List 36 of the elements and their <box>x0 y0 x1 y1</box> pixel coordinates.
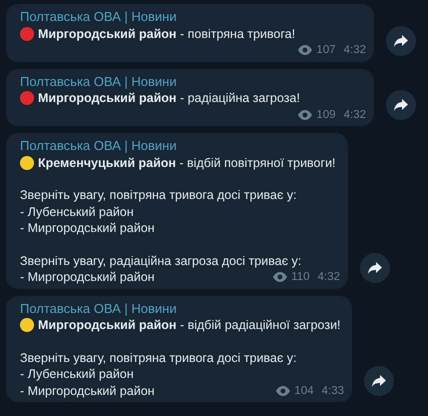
message-line: Зверніть увагу, повітряна тривога досі триває у: <box>20 350 297 366</box>
share-arrow-icon <box>372 375 386 387</box>
message-time: 4:33 <box>322 384 344 398</box>
message-line: Зверніть увагу, радіаційна загроза досі триває у: <box>20 252 302 269</box>
view-count: 109 <box>316 108 336 122</box>
message-time: 4:32 <box>318 270 340 285</box>
message-line: - Миргородський район <box>20 269 155 286</box>
message-line: - Миргородський район <box>20 382 155 399</box>
sender-name[interactable]: Полтавська ОВА | Новини <box>20 138 177 154</box>
eye-icon <box>298 110 312 120</box>
forward-button[interactable] <box>360 252 390 282</box>
message-headline: Кременчуцький район - відбій повітряної тривоги! <box>38 154 336 171</box>
sender-name[interactable]: Полтавська ОВА | Новини <box>20 74 177 90</box>
message-line: Зверніть увагу, повітряна тривога досі триває у: <box>20 187 297 204</box>
forward-button[interactable] <box>364 366 394 396</box>
eye-icon <box>273 272 288 282</box>
message-headline: Миргородський район - повітряна тривога! <box>38 26 296 42</box>
forward-button[interactable] <box>386 26 416 56</box>
message-headline: Миргородський район - радіаційна загроза! <box>38 90 300 106</box>
message-line: - Лубенський район <box>20 204 134 220</box>
eye-icon <box>276 386 290 396</box>
view-count: 107 <box>316 43 336 58</box>
message-time: 4:32 <box>344 43 366 58</box>
sender-name[interactable]: Полтавська ОВА | Новини <box>20 9 177 26</box>
share-arrow-icon <box>368 262 382 274</box>
message-time: 4:32 <box>344 108 366 122</box>
message-line: - Лубенський район <box>20 366 134 382</box>
message-line: - Миргородський район <box>20 220 155 236</box>
share-arrow-icon <box>394 34 408 46</box>
forward-button[interactable] <box>386 90 416 120</box>
eye-icon <box>298 45 312 56</box>
share-arrow-icon <box>394 99 408 111</box>
view-count: 110 <box>291 270 310 285</box>
message-headline: Миргородський район - відбій радіаційної загрози! <box>38 317 341 334</box>
view-count: 104 <box>294 384 314 398</box>
sender-name[interactable]: Полтавська ОВА | Новини <box>20 300 177 317</box>
